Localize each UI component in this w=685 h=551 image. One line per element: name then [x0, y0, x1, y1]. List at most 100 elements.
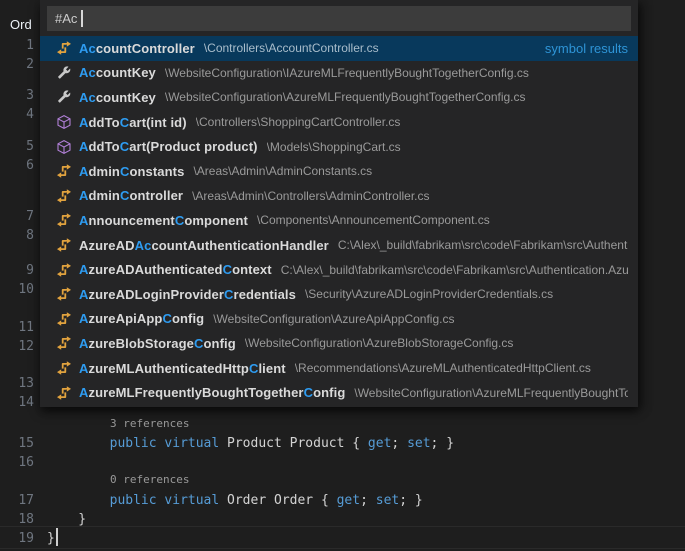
code-token: Product Product {: [227, 436, 368, 451]
symbol-name: AccountKey: [79, 65, 156, 80]
symbol-name: AddToCart(int id): [79, 115, 187, 130]
match-highlight: C: [120, 115, 130, 130]
symbol-path: \Controllers\ShoppingCartController.cs: [196, 115, 401, 129]
match-highlight: A: [79, 262, 89, 277]
keyword-token: get: [337, 493, 360, 508]
codelens-references: 3 references: [110, 417, 189, 431]
class-icon: [56, 188, 72, 204]
symbol-result-row[interactable]: AzureMLFrequentlyBoughtTogetherConfig \We…: [40, 380, 638, 405]
line-number: 9: [0, 261, 34, 280]
match-highlight: Ac: [79, 41, 96, 56]
symbol-path: \Areas\Admin\Controllers\AdminController…: [192, 189, 429, 203]
symbol-result-row[interactable]: AzureADLoginProviderCredentials \Security…: [40, 282, 638, 307]
symbol-result-row[interactable]: AnnouncementComponent\Components\Announc…: [40, 208, 638, 233]
line-number: 11: [0, 318, 34, 337]
symbol-name: AzureADAccountAuthenticationHandler: [79, 238, 329, 253]
code-token: }: [47, 512, 86, 527]
tab-title[interactable]: Ord: [10, 17, 32, 32]
symbol-path: \Security\AzureADLoginProviderCredential…: [305, 287, 553, 301]
keyword-token: get: [368, 436, 391, 451]
symbol-result-row[interactable]: AzureBlobStorageConfig \WebsiteConfigurat…: [40, 331, 638, 356]
code-line: public virtual Order Order { get; set; }: [47, 491, 423, 510]
line-number: 8: [0, 226, 34, 245]
match-highlight: C: [162, 311, 172, 326]
class-icon: [56, 360, 72, 376]
symbol-result-row[interactable]: AzureADAuthenticatedContext C:\Alex\_buil…: [40, 257, 638, 282]
symbol-name: AnnouncementComponent: [79, 213, 248, 228]
class-icon: [56, 286, 72, 302]
keyword-token: public virtual: [110, 493, 227, 508]
match-highlight: C: [304, 385, 314, 400]
line-number: 16: [0, 453, 34, 472]
match-highlight: C: [223, 262, 233, 277]
line-number: 13: [0, 374, 34, 393]
method-icon: [56, 114, 72, 130]
symbol-name: AdminController: [79, 188, 183, 203]
line-number: 1: [0, 36, 34, 55]
match-highlight: A: [79, 361, 89, 376]
symbol-name: AdminConstants: [79, 164, 184, 179]
symbol-result-row[interactable]: AzureMLAuthenticatedHttpClient\Recommend…: [40, 356, 638, 381]
symbol-path: \WebsiteConfiguration\IAzureMLFrequently…: [165, 66, 529, 80]
match-highlight: C: [175, 213, 185, 228]
vscode-window: { "editor": { "tab_title": "Ord", "line_…: [0, 0, 685, 551]
match-highlight: A: [79, 213, 89, 228]
line-number: 7: [0, 207, 34, 226]
symbol-result-row[interactable]: AzureApiAppConfig \WebsiteConfiguration\A…: [40, 307, 638, 332]
match-highlight: C: [224, 287, 234, 302]
symbol-result-row[interactable]: AddToCart(int id) \Controllers\ShoppingCa…: [40, 110, 638, 135]
line-number: 5: [0, 137, 34, 156]
match-highlight: A: [79, 188, 89, 203]
symbol-path: \Controllers\AccountController.cs: [204, 41, 379, 55]
symbol-name: AzureADAuthenticatedContext: [79, 262, 272, 277]
symbol-path: \WebsiteConfiguration\AzureMLFrequentlyB…: [354, 386, 628, 400]
class-icon: [56, 212, 72, 228]
code-token: ; }: [431, 436, 454, 451]
input-caret: [81, 10, 83, 27]
quick-open-input[interactable]: [47, 6, 631, 31]
keyword-token: set: [407, 436, 430, 451]
symbol-path: C:\Alex\_build\fabrikam\src\code\Fabrika…: [281, 263, 628, 277]
keyword-token: public virtual: [110, 436, 227, 451]
symbol-name: AzureApiAppConfig: [79, 311, 204, 326]
class-icon: [56, 335, 72, 351]
symbol-results-badge: symbol results: [535, 41, 628, 56]
quick-open-panel: AccountController\Controllers\AccountCon…: [40, 0, 638, 407]
match-highlight: A: [79, 336, 89, 351]
line-number: 6: [0, 156, 34, 175]
symbol-name: AddToCart(Product product): [79, 139, 258, 154]
symbol-result-row[interactable]: AccountController\Controllers\AccountCon…: [40, 36, 638, 61]
code-token: [47, 436, 110, 451]
symbol-name: AzureADLoginProviderCredentials: [79, 287, 296, 302]
match-highlight: A: [79, 164, 89, 179]
keyword-token: set: [376, 493, 399, 508]
symbol-result-row[interactable]: AdminController \Areas\Admin\Controllers\…: [40, 184, 638, 209]
symbol-path: \WebsiteConfiguration\AzureBlobStorageCo…: [245, 336, 514, 350]
symbol-name: AzureBlobStorageConfig: [79, 336, 236, 351]
symbol-result-row[interactable]: AccountKey\WebsiteConfiguration\AzureMLF…: [40, 85, 638, 110]
symbol-result-row[interactable]: AddToCart(Product product) \Models\Shoppi…: [40, 134, 638, 159]
class-icon: [56, 40, 72, 56]
symbol-path: \WebsiteConfiguration\AzureApiAppConfig.…: [213, 312, 454, 326]
line-number: 15: [0, 434, 34, 453]
code-token: Order Order {: [227, 493, 337, 508]
symbol-result-row[interactable]: AzureADAccountAuthenticationHandlerC:\Al…: [40, 233, 638, 258]
symbol-name: AzureMLAuthenticatedHttpClient: [79, 361, 286, 376]
line-number: 14: [0, 393, 34, 412]
match-highlight: C: [120, 139, 130, 154]
symbol-path: \Models\ShoppingCart.cs: [267, 140, 401, 154]
code-line: public virtual Product Product { get; se…: [47, 434, 454, 453]
method-icon: [56, 139, 72, 155]
code-token: ;: [391, 436, 407, 451]
match-highlight: Ac: [79, 65, 96, 80]
symbol-name: AccountKey: [79, 90, 156, 105]
line-number: 10: [0, 280, 34, 299]
symbol-name: AzureMLFrequentlyBoughtTogetherConfig: [79, 385, 345, 400]
class-icon: [56, 163, 72, 179]
symbol-result-row[interactable]: AccountKey \WebsiteConfiguration\IAzureML…: [40, 61, 638, 86]
class-icon: [56, 262, 72, 278]
match-highlight: C: [194, 336, 204, 351]
quick-open-results: AccountController\Controllers\AccountCon…: [40, 36, 638, 405]
symbol-result-row[interactable]: AdminConstants\Areas\Admin\AdminConstant…: [40, 159, 638, 184]
class-icon: [56, 237, 72, 253]
